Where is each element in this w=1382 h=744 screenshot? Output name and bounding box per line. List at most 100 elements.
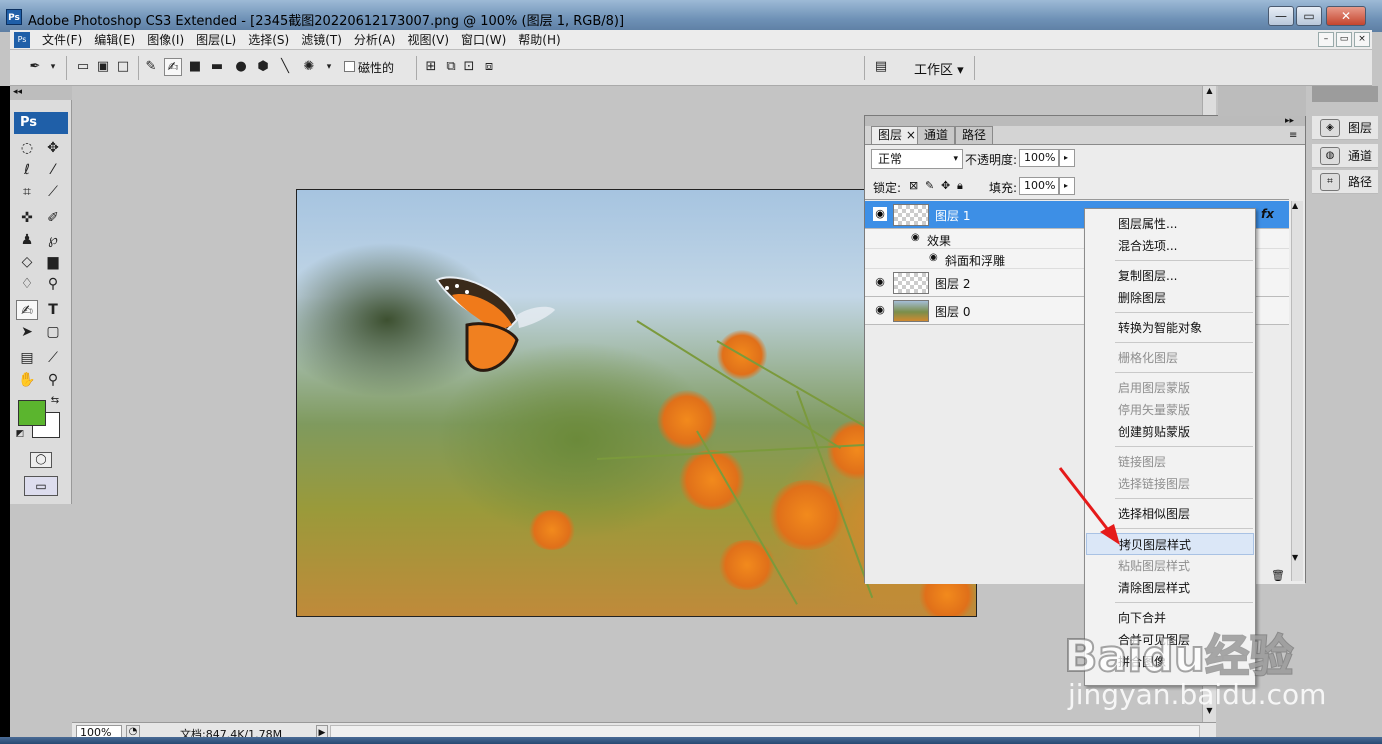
menu-item[interactable]: 滤镜(T) xyxy=(295,32,348,48)
restore-button[interactable]: ▭ xyxy=(1296,6,1322,26)
preset-dropdown-icon[interactable]: ▾ xyxy=(44,58,62,76)
notes-tool-icon[interactable]: ▤ xyxy=(16,348,38,368)
tools-collapse-icon[interactable]: ◂◂ xyxy=(10,86,72,100)
workspace-menu[interactable]: 工作区 ▾ xyxy=(914,59,964,78)
bevel-eye-icon[interactable]: ◉ xyxy=(929,252,938,263)
zoom-tool-icon[interactable]: ⚲ xyxy=(42,370,64,390)
menu-item[interactable]: 选择(S) xyxy=(242,32,295,48)
clone-stamp-icon[interactable]: ♟ xyxy=(16,230,38,250)
shape-tool-icon[interactable]: ▢ xyxy=(42,322,64,342)
doc-close-button[interactable]: × xyxy=(1354,32,1370,47)
slice-tool-icon[interactable]: ⟋ xyxy=(42,182,64,202)
freeform-pen-icon[interactable]: ✍ xyxy=(164,58,182,76)
visibility-eye-icon[interactable]: ◉ xyxy=(873,275,887,289)
ellipse-icon[interactable]: ● xyxy=(232,58,250,76)
doc-minimize-button[interactable]: – xyxy=(1318,32,1334,47)
foreground-color-swatch[interactable] xyxy=(18,400,46,426)
exclude-area-icon[interactable]: ⧈ xyxy=(480,58,498,76)
visibility-eye-icon[interactable]: ◉ xyxy=(873,303,887,317)
move-tool-icon[interactable]: ✥ xyxy=(42,138,64,158)
blend-mode-select[interactable]: 正常 ▾ xyxy=(871,149,963,169)
pen-tool-preset-icon[interactable]: ✒ xyxy=(26,58,44,76)
trash-icon[interactable]: 🗑︎ xyxy=(1271,569,1285,582)
gradient-tool-icon[interactable]: ▆ xyxy=(42,252,64,272)
menu-item[interactable]: 图层(L) xyxy=(190,32,242,48)
opacity-input[interactable]: 100% xyxy=(1019,149,1059,167)
rectangle-icon[interactable]: ■ xyxy=(186,58,204,76)
fill-pixels-icon[interactable]: □ xyxy=(114,58,132,76)
marquee-tool-icon[interactable]: ◌ xyxy=(16,138,38,158)
menu-item[interactable]: 图像(I) xyxy=(141,32,190,48)
menu-item[interactable]: 窗口(W) xyxy=(455,32,512,48)
menu-item[interactable]: 分析(A) xyxy=(348,32,402,48)
context-menu-item[interactable]: 删除图层 xyxy=(1086,287,1254,309)
close-button[interactable]: ✕ xyxy=(1326,6,1366,26)
context-menu-item[interactable]: 图层属性... xyxy=(1086,213,1254,235)
scroll-down-icon[interactable]: ▼ xyxy=(1292,553,1298,562)
menu-item[interactable]: 文件(F) xyxy=(36,32,88,48)
crop-tool-icon[interactable]: ⌗ xyxy=(16,182,38,202)
tab-layers[interactable]: 图层 × xyxy=(871,126,923,144)
lock-position-icon[interactable]: ✥ xyxy=(941,179,950,192)
magnetic-checkbox[interactable] xyxy=(344,61,355,72)
geometry-options-icon[interactable]: ▾ xyxy=(320,58,338,76)
tab-channels[interactable]: 通道 xyxy=(917,126,956,144)
default-colors-icon[interactable]: ◩ xyxy=(14,428,26,440)
panel-collapse-icon[interactable]: ▸▸ xyxy=(1285,116,1294,126)
dock-layers-button[interactable]: ◈ 图层 xyxy=(1312,116,1378,140)
context-menu-item[interactable]: 转换为智能对象 xyxy=(1086,317,1254,339)
effect-eye-icon[interactable]: ◉ xyxy=(911,232,920,243)
fill-input[interactable]: 100% xyxy=(1019,177,1059,195)
healing-brush-icon[interactable]: ✜ xyxy=(16,208,38,228)
lock-all-icon[interactable]: 🔒︎ xyxy=(957,179,963,193)
dock-channels-button[interactable]: ◍ 通道 xyxy=(1312,144,1378,168)
pen-icon[interactable]: ✎ xyxy=(142,58,160,76)
menu-item[interactable]: 视图(V) xyxy=(401,32,455,48)
pen-tool-icon[interactable]: ✍ xyxy=(16,300,38,320)
history-brush-icon[interactable]: ℘ xyxy=(42,230,64,250)
add-to-area-icon[interactable]: ⊞ xyxy=(422,58,440,76)
context-menu-item[interactable]: 清除图层样式 xyxy=(1086,577,1254,599)
visibility-eye-icon[interactable]: ◉ xyxy=(873,207,887,221)
doc-restore-button[interactable]: ▭ xyxy=(1336,32,1352,47)
hand-tool-icon[interactable]: ✋ xyxy=(16,370,38,390)
subtract-area-icon[interactable]: ⧉ xyxy=(442,58,460,76)
screen-mode-icon[interactable]: ▭ xyxy=(24,476,58,496)
lock-pixels-icon[interactable]: ✎ xyxy=(925,179,934,192)
collapsed-panel-strip[interactable] xyxy=(1218,86,1306,116)
rounded-rectangle-icon[interactable]: ▬ xyxy=(208,58,226,76)
eraser-tool-icon[interactable]: ◇ xyxy=(16,252,38,272)
shape-layers-icon[interactable]: ▭ xyxy=(74,58,92,76)
paths-mode-icon[interactable]: ▣ xyxy=(94,58,112,76)
magic-wand-icon[interactable]: ⁄ xyxy=(42,160,64,180)
eyedropper-icon[interactable]: ⟋ xyxy=(42,348,64,368)
menu-item[interactable]: 编辑(E) xyxy=(88,32,141,48)
context-menu-item[interactable]: 复制图层... xyxy=(1086,265,1254,287)
path-selection-icon[interactable]: ➤ xyxy=(16,322,38,342)
panel-menu-icon[interactable]: ≡ xyxy=(1289,130,1297,141)
type-tool-icon[interactable]: T xyxy=(42,300,64,320)
fx-icon[interactable]: fx xyxy=(1261,207,1274,221)
dock-collapse-icon[interactable] xyxy=(1312,86,1378,102)
line-icon[interactable]: ╲ xyxy=(276,58,294,76)
intersect-area-icon[interactable]: ⊡ xyxy=(460,58,478,76)
scroll-up-icon[interactable]: ▲ xyxy=(1203,86,1216,100)
dodge-tool-icon[interactable]: ⚲ xyxy=(42,274,64,294)
fill-slider-icon[interactable]: ▸ xyxy=(1059,177,1075,195)
brush-tool-icon[interactable]: ✐ xyxy=(42,208,64,228)
context-menu-item[interactable]: 混合选项... xyxy=(1086,235,1254,257)
tab-paths[interactable]: 路径 xyxy=(955,126,994,144)
lasso-tool-icon[interactable]: ℓ xyxy=(16,160,38,180)
swap-colors-icon[interactable]: ⇆ xyxy=(48,394,62,408)
scroll-up-icon[interactable]: ▲ xyxy=(1292,201,1298,210)
bridge-icon[interactable]: ▤ xyxy=(872,58,890,76)
opacity-slider-icon[interactable]: ▸ xyxy=(1059,149,1075,167)
quick-mask-icon[interactable]: ◯ xyxy=(30,452,52,468)
custom-shape-icon[interactable]: ✺ xyxy=(300,58,318,76)
dock-paths-button[interactable]: ⌗ 路径 xyxy=(1312,170,1378,194)
minimize-button[interactable]: — xyxy=(1268,6,1294,26)
polygon-icon[interactable]: ⬢ xyxy=(254,58,272,76)
lock-transparent-icon[interactable]: ⊠ xyxy=(909,179,918,192)
menu-item[interactable]: 帮助(H) xyxy=(512,32,566,48)
layers-scrollbar[interactable]: ▲ ▼ xyxy=(1291,201,1303,581)
